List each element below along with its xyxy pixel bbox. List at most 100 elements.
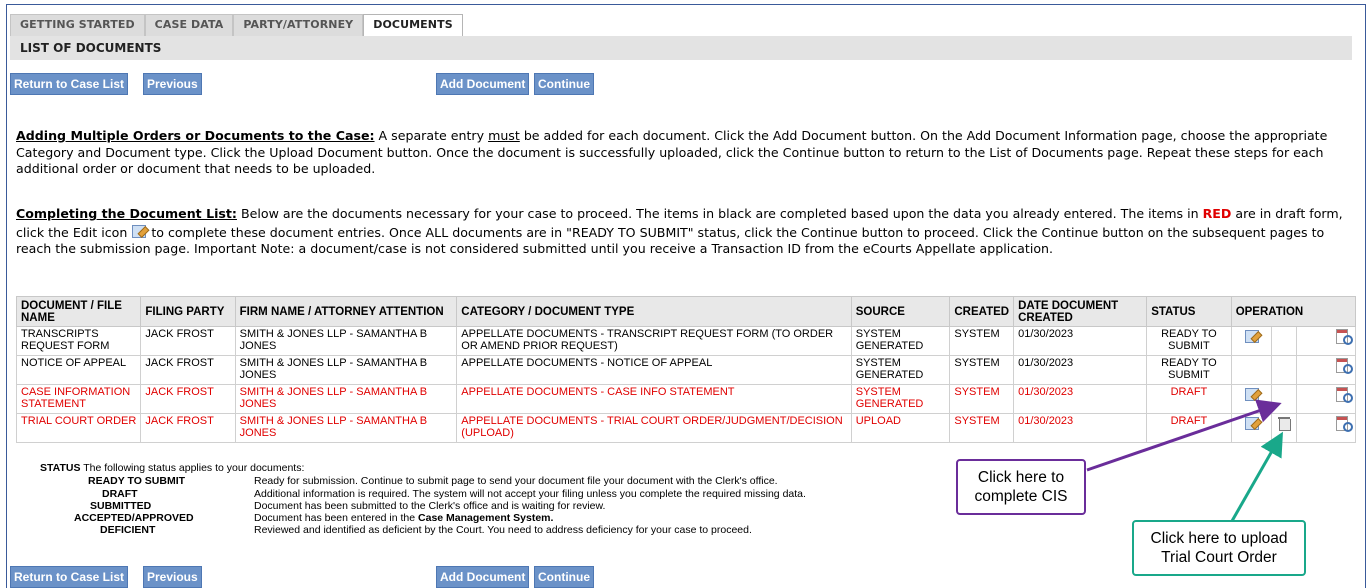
cell-status: DRAFT	[1146, 413, 1232, 443]
legend-term: READY TO SUBMIT	[88, 475, 186, 487]
must-emphasis: must	[488, 128, 520, 143]
previous-button-bottom[interactable]: Previous	[143, 566, 202, 588]
edit-icon	[131, 223, 147, 239]
cell-created: SYSTEM	[949, 326, 1015, 356]
table-row: TRANSCRIPTS REQUEST FORM JACK FROST SMIT…	[15, 326, 1356, 356]
completing-list-heading: Completing the Document List:	[16, 206, 237, 221]
trial-court-order-callout: Click here to upload Trial Court Order	[1132, 520, 1306, 576]
table-row: TRIAL COURT ORDER JACK FROST SMITH & JON…	[15, 413, 1356, 443]
section-header: LIST OF DOCUMENTS	[10, 36, 1352, 60]
cell-firm: SMITH & JONES LLP - SAMANTHA B JONES	[234, 384, 458, 414]
col-date: DATE DOCUMENT CREATED	[1013, 296, 1148, 327]
cell-view	[1296, 326, 1356, 356]
return-to-case-list-button[interactable]: Return to Case List	[10, 73, 129, 95]
instruction-text: Below are the documents necessary for yo…	[236, 206, 1203, 221]
table-header-row: DOCUMENT / FILE NAME FILING PARTY FIRM N…	[15, 296, 1357, 327]
view-icon[interactable]	[1335, 357, 1353, 374]
col-created: CREATED	[949, 296, 1015, 327]
add-document-button-bottom[interactable]: Add Document	[436, 566, 530, 588]
col-category: CATEGORY / DOCUMENT TYPE	[456, 296, 852, 327]
cell-date: 01/30/2023	[1013, 355, 1148, 385]
legend-desc-text: Document has been entered in the	[254, 512, 419, 524]
edit-icon[interactable]	[1244, 386, 1260, 402]
col-filing-party: FILING PARTY	[140, 296, 236, 327]
add-document-button[interactable]: Add Document	[436, 73, 530, 95]
legend-desc: Document has been submitted to the Clerk…	[254, 500, 606, 512]
wizard-tabs: GETTING STARTED CASE DATA PARTY/ATTORNEY…	[10, 14, 463, 37]
cell-filing-party: JACK FROST	[140, 355, 236, 385]
legend-title: STATUS	[40, 462, 81, 474]
legend-intro-text: The following status applies to your doc…	[83, 462, 305, 474]
legend-term: SUBMITTED	[90, 500, 152, 512]
cell-source: SYSTEM GENERATED	[850, 355, 951, 385]
tab-party-attorney[interactable]: PARTY/ATTORNEY	[233, 14, 364, 36]
table-row: NOTICE OF APPEAL JACK FROST SMITH & JONE…	[15, 355, 1356, 385]
cell-filing-party: JACK FROST	[140, 413, 236, 443]
col-firm: FIRM NAME / ATTORNEY ATTENTION	[234, 296, 458, 327]
view-icon[interactable]	[1335, 415, 1353, 432]
cell-edit	[1230, 384, 1273, 414]
cell-source: SYSTEM GENERATED	[850, 326, 951, 356]
cell-delete	[1271, 384, 1298, 414]
previous-button[interactable]: Previous	[143, 73, 202, 95]
cell-created: SYSTEM	[949, 384, 1015, 414]
col-document: DOCUMENT / FILE NAME	[15, 296, 142, 327]
legend-desc: Reviewed and identified as deficient by …	[254, 524, 752, 536]
cell-filing-party: JACK FROST	[140, 326, 236, 356]
cell-firm: SMITH & JONES LLP - SAMANTHA B JONES	[234, 413, 458, 443]
cell-source: SYSTEM GENERATED	[850, 384, 951, 414]
return-to-case-list-button-bottom[interactable]: Return to Case List	[10, 566, 129, 588]
view-icon[interactable]	[1335, 386, 1353, 403]
cell-view	[1296, 355, 1356, 385]
cell-category: APPELLATE DOCUMENTS - CASE INFO STATEMEN…	[456, 384, 852, 414]
continue-button-bottom[interactable]: Continue	[534, 566, 594, 588]
cell-status: DRAFT	[1146, 384, 1232, 414]
legend-desc: Ready for submission. Continue to submit…	[254, 475, 778, 487]
cell-date: 01/30/2023	[1013, 413, 1148, 443]
legend-desc: Document has been entered in the Case Ma…	[254, 512, 553, 524]
section-title: LIST OF DOCUMENTS	[20, 41, 162, 55]
cell-created: SYSTEM	[949, 413, 1015, 443]
edit-icon[interactable]	[1244, 415, 1260, 431]
table-row: CASE INFORMATION STATEMENT JACK FROST SM…	[15, 384, 1356, 414]
cell-category: APPELLATE DOCUMENTS - NOTICE OF APPEAL	[456, 355, 852, 385]
cell-delete	[1271, 413, 1298, 443]
legend-desc: Additional information is required. The …	[254, 488, 806, 500]
cell-firm: SMITH & JONES LLP - SAMANTHA B JONES	[234, 355, 458, 385]
legend-intro: STATUS The following status applies to y…	[40, 462, 304, 474]
cell-edit	[1230, 326, 1273, 356]
edit-icon[interactable]	[1244, 328, 1260, 344]
legend-term: ACCEPTED/APPROVED	[74, 512, 194, 524]
cell-edit	[1230, 355, 1273, 385]
cell-document: TRANSCRIPTS REQUEST FORM	[15, 326, 142, 356]
multiple-orders-instructions: Adding Multiple Orders or Documents to t…	[16, 128, 1354, 178]
multiple-orders-heading: Adding Multiple Orders or Documents to t…	[16, 128, 375, 143]
cell-view	[1296, 384, 1356, 414]
cell-status: READY TO SUBMIT	[1146, 355, 1232, 385]
cell-category: APPELLATE DOCUMENTS - TRIAL COURT ORDER/…	[456, 413, 852, 443]
cell-document: CASE INFORMATION STATEMENT	[15, 384, 142, 414]
cell-category: APPELLATE DOCUMENTS - TRANSCRIPT REQUEST…	[456, 326, 852, 356]
cis-callout: Click here to complete CIS	[956, 459, 1086, 515]
red-keyword: RED	[1202, 206, 1232, 221]
cell-document: TRIAL COURT ORDER	[15, 413, 142, 443]
cell-delete	[1271, 326, 1298, 356]
instruction-text: A separate entry	[374, 128, 489, 143]
tab-getting-started[interactable]: GETTING STARTED	[10, 14, 145, 36]
completing-list-instructions: Completing the Document List: Below are …	[16, 206, 1354, 258]
instruction-text: to complete these document entries. Once…	[16, 224, 1325, 257]
col-status: STATUS	[1146, 296, 1232, 327]
col-source: SOURCE	[850, 296, 951, 327]
cell-date: 01/30/2023	[1013, 326, 1148, 356]
legend-desc-bold: Case Management System.	[418, 512, 554, 524]
view-icon[interactable]	[1335, 328, 1353, 345]
cell-document: NOTICE OF APPEAL	[15, 355, 142, 385]
cell-date: 01/30/2023	[1013, 384, 1148, 414]
tab-case-data[interactable]: CASE DATA	[144, 14, 234, 36]
continue-button[interactable]: Continue	[534, 73, 594, 95]
cell-firm: SMITH & JONES LLP - SAMANTHA B JONES	[234, 326, 458, 356]
delete-icon[interactable]	[1276, 415, 1292, 431]
cell-status: READY TO SUBMIT	[1146, 326, 1232, 356]
cell-source: UPLOAD	[850, 413, 951, 443]
tab-documents[interactable]: DOCUMENTS	[363, 14, 463, 37]
